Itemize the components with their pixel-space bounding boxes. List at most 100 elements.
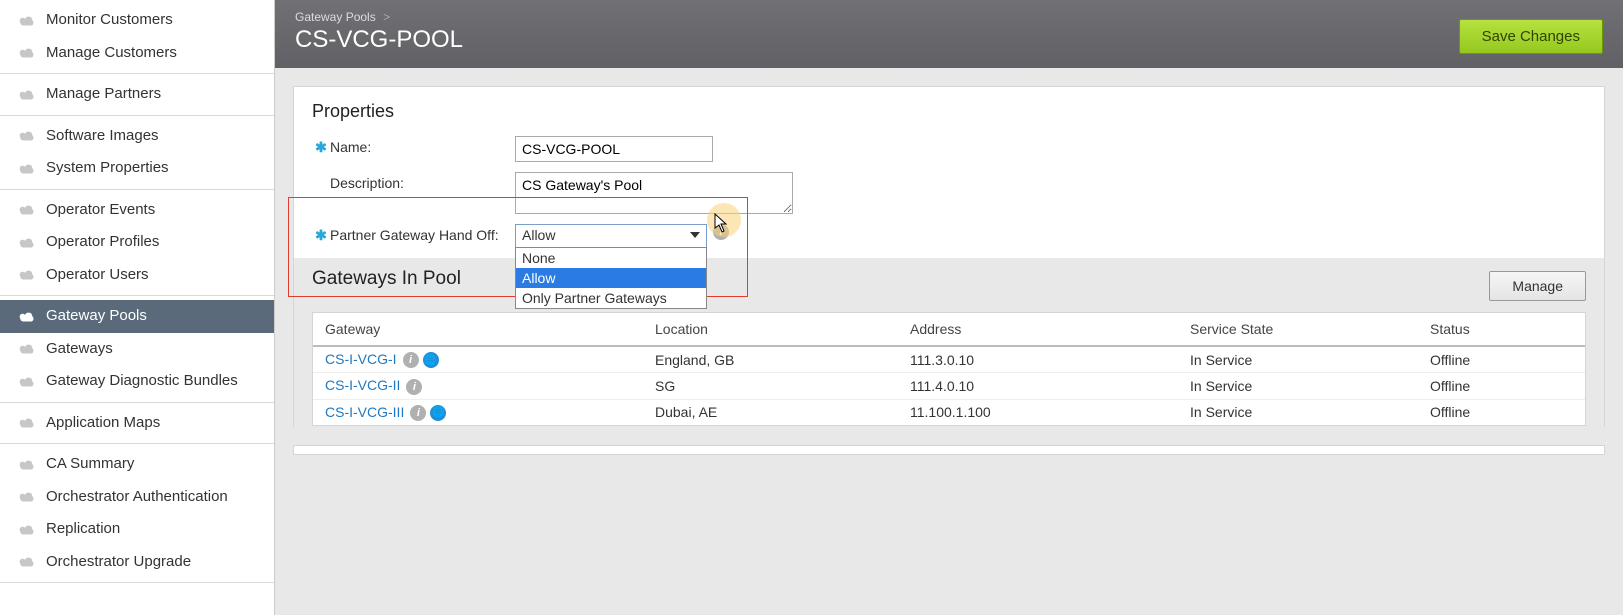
sidebar-item-label: Gateway Diagnostic Bundles [46,370,238,393]
cloud-icon [18,204,36,215]
name-input[interactable] [515,136,713,162]
breadcrumb-root[interactable]: Gateway Pools [295,10,376,24]
sidebar-item-orchestrator-upgrade[interactable]: Orchestrator Upgrade [0,546,274,579]
save-changes-button[interactable]: Save Changes [1459,19,1603,54]
breadcrumb[interactable]: Gateway Pools > [295,10,463,24]
sidebar-item-label: Operator Profiles [46,231,159,254]
info-icon[interactable]: i [713,224,729,240]
form-row-name: ✱ Name: [312,136,1586,162]
form-row-handoff: ✱ Partner Gateway Hand Off: Allow NoneAl… [312,224,1586,248]
gateway-link[interactable]: CS-I-VCG-II [325,377,400,393]
cell-address: 111.3.0.10 [898,346,1178,373]
description-textarea[interactable] [515,172,793,214]
sidebar-item-orchestrator-authentication[interactable]: Orchestrator Authentication [0,481,274,514]
gateways-table: GatewayLocationAddressService StateStatu… [313,313,1585,425]
cloud-icon [18,343,36,354]
sidebar-item-label: Manage Partners [46,83,161,106]
breadcrumb-sep: > [383,10,390,24]
next-panel [293,445,1605,455]
cell-location: Dubai, AE [643,399,898,425]
table-row: CS-I-VCG-IIIi🌐Dubai, AE11.100.1.100In Se… [313,399,1585,425]
sidebar-item-system-properties[interactable]: System Properties [0,152,274,185]
sidebar-item-manage-partners[interactable]: Manage Partners [0,78,274,111]
handoff-dropdown[interactable]: NoneAllowOnly Partner Gateways [515,247,707,309]
handoff-select[interactable]: Allow [515,224,707,248]
sidebar-item-application-maps[interactable]: Application Maps [0,407,274,440]
sidebar-item-operator-users[interactable]: Operator Users [0,259,274,292]
sidebar-item-label: Gateways [46,338,113,361]
cloud-icon [18,47,36,58]
table-row: CS-I-VCG-Ii🌐England, GB111.3.0.10In Serv… [313,346,1585,373]
handoff-option-allow[interactable]: Allow [516,268,706,288]
handoff-label: Partner Gateway Hand Off: [330,224,515,243]
cloud-icon [18,376,36,387]
chevron-down-icon [690,232,700,238]
info-icon[interactable]: i [403,352,419,368]
cloud-icon [18,15,36,26]
sidebar-item-label: Monitor Customers [46,9,173,32]
sidebar: Monitor Customers Manage Customers Manage … [0,0,275,615]
sidebar-item-manage-customers[interactable]: Manage Customers [0,37,274,70]
properties-panel: Properties ✱ Name: ✱ Description: ✱ Part… [293,86,1605,427]
sidebar-item-label: Application Maps [46,412,160,435]
header-bar: Gateway Pools > CS-VCG-POOL Save Changes [275,0,1623,68]
required-icon: ✱ [312,136,330,156]
handoff-option-none[interactable]: None [516,248,706,268]
cell-service: In Service [1178,373,1418,399]
cloud-icon [18,459,36,470]
name-label: Name: [330,136,515,155]
manage-button[interactable]: Manage [1489,271,1586,301]
cloud-icon [18,130,36,141]
handoff-option-only-partner-gateways[interactable]: Only Partner Gateways [516,288,706,308]
page-title: CS-VCG-POOL [295,26,463,54]
sidebar-item-label: Operator Events [46,199,155,222]
cell-status: Offline [1418,399,1585,425]
gateway-link[interactable]: CS-I-VCG-III [325,404,404,420]
sidebar-item-software-images[interactable]: Software Images [0,120,274,153]
cell-status: Offline [1418,373,1585,399]
globe-icon: 🌐 [430,405,446,421]
cloud-icon [18,237,36,248]
cloud-icon [18,163,36,174]
column-location[interactable]: Location [643,313,898,346]
cell-location: SG [643,373,898,399]
sidebar-item-label: Operator Users [46,264,149,287]
cloud-icon [18,89,36,100]
sidebar-item-gateway-pools[interactable]: Gateway Pools [0,300,274,333]
column-address[interactable]: Address [898,313,1178,346]
gateways-heading: Gateways In Pool [312,268,461,290]
sidebar-item-label: Replication [46,518,120,541]
cloud-icon [18,311,36,322]
sidebar-item-label: System Properties [46,157,169,180]
sidebar-item-ca-summary[interactable]: CA Summary [0,448,274,481]
info-icon[interactable]: i [406,379,422,395]
globe-icon: 🌐 [423,352,439,368]
handoff-select-value: Allow [522,227,555,243]
sidebar-item-label: Orchestrator Upgrade [46,551,191,574]
cell-address: 111.4.0.10 [898,373,1178,399]
column-status[interactable]: Status [1418,313,1585,346]
sidebar-item-label: Software Images [46,125,159,148]
table-row: CS-I-VCG-II i SG111.4.0.10In ServiceOfflin… [313,373,1585,399]
column-service-state[interactable]: Service State [1178,313,1418,346]
gateway-link[interactable]: CS-I-VCG-I [325,351,397,367]
sidebar-item-monitor-customers[interactable]: Monitor Customers [0,4,274,37]
sidebar-item-gateway-diagnostic-bundles[interactable]: Gateway Diagnostic Bundles [0,365,274,398]
sidebar-item-label: Orchestrator Authentication [46,486,228,509]
cloud-icon [18,417,36,428]
main-area: Gateway Pools > CS-VCG-POOL Save Changes… [275,0,1623,615]
cell-service: In Service [1178,399,1418,425]
info-icon[interactable]: i [410,405,426,421]
sidebar-item-label: Manage Customers [46,42,177,65]
sidebar-item-operator-profiles[interactable]: Operator Profiles [0,226,274,259]
sidebar-item-label: Gateway Pools [46,305,147,328]
cell-service: In Service [1178,346,1418,373]
sidebar-item-replication[interactable]: Replication [0,513,274,546]
sidebar-item-operator-events[interactable]: Operator Events [0,194,274,227]
form-row-description: ✱ Description: [312,172,1586,214]
cloud-icon [18,269,36,280]
description-label: Description: [330,172,515,191]
properties-heading: Properties [312,101,1586,122]
column-gateway[interactable]: Gateway [313,313,643,346]
sidebar-item-gateways[interactable]: Gateways [0,333,274,366]
